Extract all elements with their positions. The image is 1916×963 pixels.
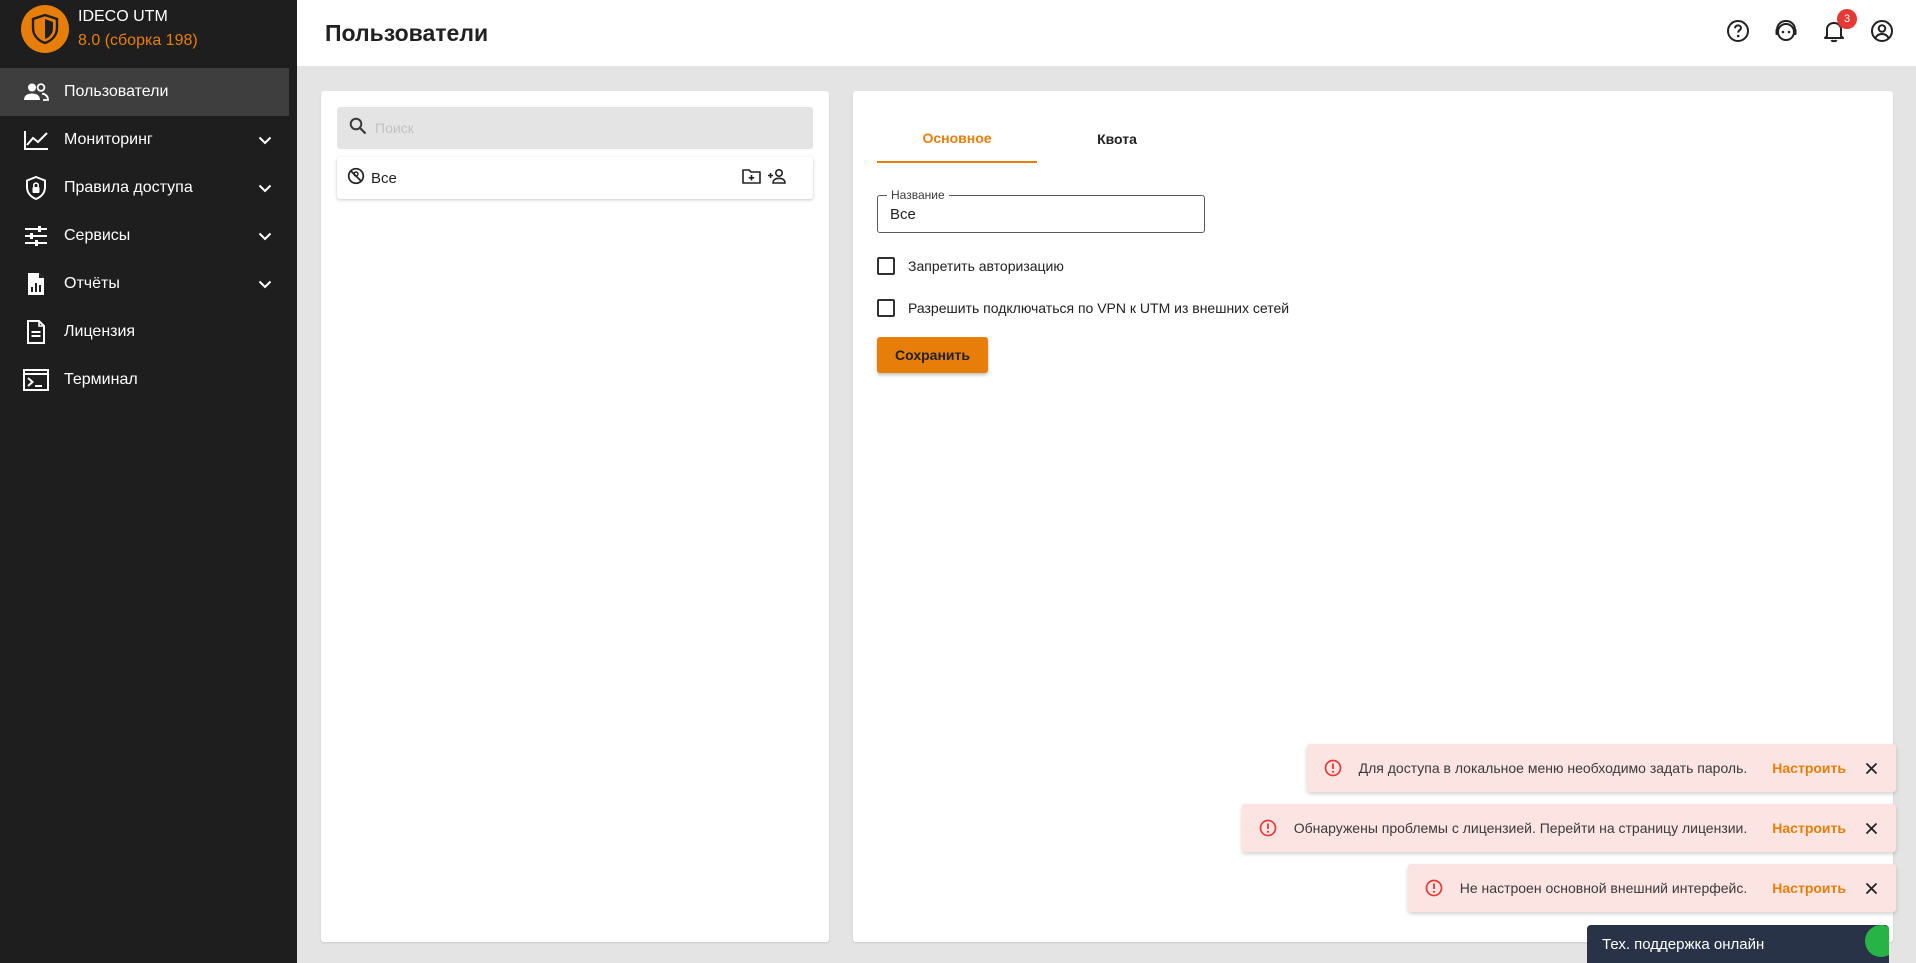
save-button[interactable]: Сохранить <box>877 337 988 373</box>
notifications-bell-icon[interactable]: 3 <box>1819 9 1857 45</box>
close-icon[interactable] <box>1860 817 1882 839</box>
chevron-down-icon <box>255 226 275 246</box>
name-field[interactable]: Название <box>877 188 1205 233</box>
deny-auth-checkbox[interactable] <box>877 257 895 275</box>
chevron-down-icon <box>255 130 275 150</box>
tree-item-label: Все <box>371 169 397 187</box>
top-bar: Пользователи 3 <box>297 0 1916 66</box>
shield-logo-icon <box>21 4 69 53</box>
document-icon <box>22 318 50 346</box>
help-icon[interactable] <box>1723 16 1752 45</box>
brand[interactable]: IDECO UTM 8.0 (сборка 198) <box>0 0 297 57</box>
support-chat-label: Тех. поддержка онлайн <box>1602 935 1765 953</box>
deny-auth-label: Запретить авторизацию <box>908 258 1064 274</box>
sidebar-item-label: Мониторинг <box>64 131 153 148</box>
tree-item-all[interactable]: Все <box>337 157 813 199</box>
tab-main[interactable]: Основное <box>877 115 1037 163</box>
tab-quota[interactable]: Квота <box>1037 115 1197 163</box>
toast-message: Не настроен основной внешний интерфейс. <box>1459 880 1748 896</box>
tab-bar: Основное Квота <box>877 115 1197 163</box>
vpn-checkbox[interactable] <box>877 299 895 317</box>
header-actions: 3 <box>1723 9 1896 45</box>
vpn-label: Разрешить подключаться по VPN к UTM из в… <box>908 300 1290 316</box>
close-icon[interactable] <box>1860 757 1882 779</box>
add-user-icon[interactable] <box>767 168 787 189</box>
close-icon[interactable] <box>1860 877 1882 899</box>
search-input[interactable] <box>375 120 795 136</box>
users-tree-panel: Все <box>321 91 829 942</box>
sidebar-item-label: Правила доступа <box>64 179 193 196</box>
page-title: Пользователи <box>325 19 489 46</box>
toast-license: Обнаружены проблемы с лицензией. Перейти… <box>1241 804 1896 852</box>
sidebar-item-services[interactable]: Сервисы <box>0 212 297 260</box>
sidebar-item-label: Лицензия <box>64 323 136 340</box>
sidebar-item-terminal[interactable]: Терминал <box>0 356 297 404</box>
sidebar-item-label: Пользователи <box>64 83 169 100</box>
account-circle-icon[interactable] <box>1867 16 1896 45</box>
support-agent-icon[interactable] <box>1771 16 1800 45</box>
sidebar-item-monitoring[interactable]: Мониторинг <box>0 116 297 164</box>
sidebar-item-reports[interactable]: Отчёты <box>0 260 297 308</box>
group-disabled-icon <box>347 167 365 190</box>
sidebar-item-access-rules[interactable]: Правила доступа <box>0 164 297 212</box>
toast-configure-link[interactable]: Настроить <box>1772 820 1846 836</box>
deny-auth-checkbox-row[interactable]: Запретить авторизацию <box>877 257 1064 275</box>
sliders-icon <box>22 222 50 250</box>
name-field-label: Название <box>887 188 949 202</box>
report-file-icon <box>22 270 50 298</box>
terminal-icon <box>22 366 50 394</box>
add-folder-icon[interactable] <box>742 168 761 189</box>
chevron-down-icon <box>255 178 275 198</box>
chart-line-icon <box>22 126 50 154</box>
toast-interface: Не настроен основной внешний интерфейс. … <box>1407 864 1896 912</box>
brand-name: IDECO UTM <box>78 7 168 25</box>
shield-lock-icon <box>22 174 50 202</box>
users-icon <box>22 78 50 106</box>
support-chat-button[interactable]: Тех. поддержка онлайн <box>1587 925 1889 963</box>
online-status-indicator <box>1865 925 1889 957</box>
sidebar-nav: Пользователи Мониторинг Правила доступа … <box>0 68 297 404</box>
search-box[interactable] <box>337 107 813 149</box>
toast-configure-link[interactable]: Настроить <box>1772 760 1846 776</box>
error-icon <box>1323 758 1343 778</box>
sidebar-item-label: Отчёты <box>64 275 120 292</box>
sidebar-item-label: Терминал <box>64 371 138 388</box>
chevron-down-icon <box>255 274 275 294</box>
sidebar: IDECO UTM 8.0 (сборка 198) Пользователи … <box>0 0 297 963</box>
error-icon <box>1258 818 1278 838</box>
toast-password: Для доступа в локальное меню необходимо … <box>1306 744 1896 792</box>
error-icon <box>1424 878 1444 898</box>
sidebar-item-label: Сервисы <box>64 227 131 244</box>
toast-configure-link[interactable]: Настроить <box>1772 880 1846 896</box>
sidebar-item-license[interactable]: Лицензия <box>0 308 297 356</box>
toast-message: Обнаружены проблемы с лицензией. Перейти… <box>1293 820 1748 836</box>
sidebar-item-users[interactable]: Пользователи <box>0 68 289 116</box>
search-icon <box>349 117 367 140</box>
vpn-checkbox-row[interactable]: Разрешить подключаться по VPN к UTM из в… <box>877 299 1289 317</box>
brand-version: 8.0 (сборка 198) <box>78 31 198 49</box>
toast-message: Для доступа в локальное меню необходимо … <box>1358 760 1748 776</box>
notification-badge: 3 <box>1837 9 1857 29</box>
